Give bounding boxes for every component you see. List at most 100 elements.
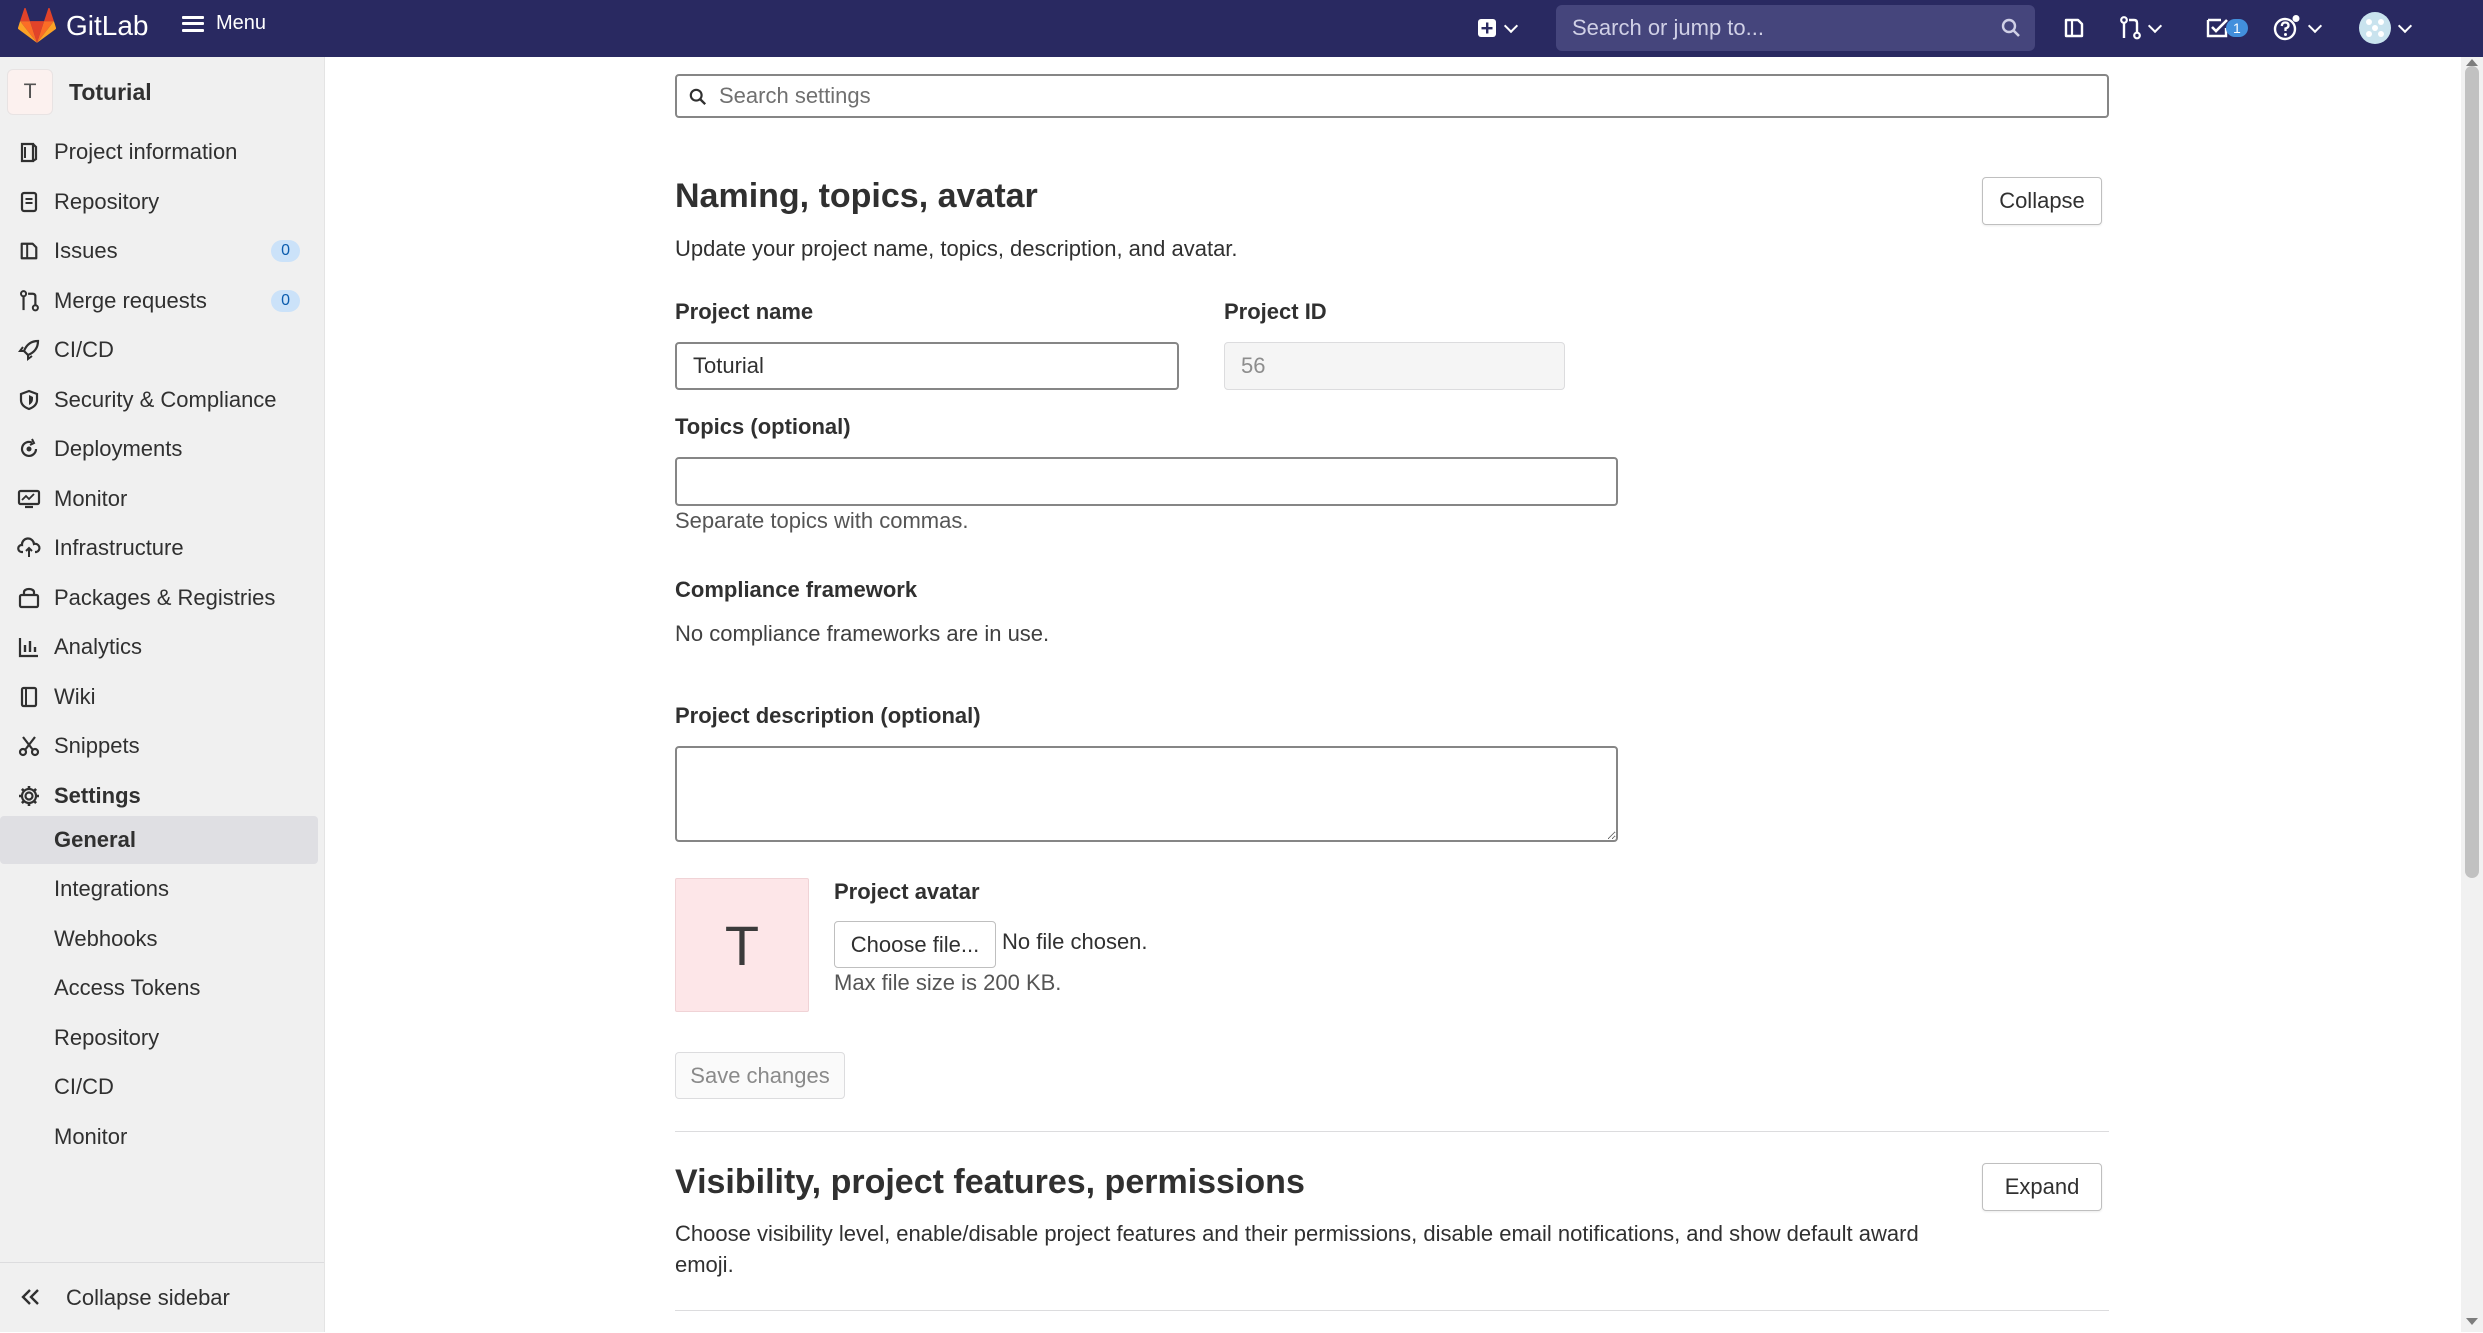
plus-square-icon <box>1478 19 1496 37</box>
sidebar-subitem-general[interactable]: General <box>0 816 318 864</box>
help-dropdown[interactable] <box>2273 13 2323 43</box>
sidebar-subitem-ci-cd[interactable]: CI/CD <box>0 1063 318 1111</box>
menu-label: Menu <box>216 12 267 34</box>
scrollbar-thumb[interactable] <box>2465 66 2479 878</box>
global-search[interactable] <box>1556 5 2035 51</box>
tanuki-logo-icon <box>18 8 56 43</box>
project-description-textarea[interactable] <box>675 746 1618 842</box>
sidebar-subitem-webhooks[interactable]: Webhooks <box>0 915 318 963</box>
project-avatar-preview: T <box>675 878 809 1012</box>
sidebar-item-merge-requests[interactable]: Merge requests 0 <box>0 279 320 323</box>
sidebar-project-header[interactable]: T Toturial <box>7 69 152 115</box>
project-name-input[interactable] <box>675 342 1179 390</box>
project-name: Toturial <box>69 78 152 105</box>
sidebar-item-settings[interactable]: Settings <box>0 774 320 818</box>
issues-icon <box>2064 18 2084 38</box>
merge-request-icon <box>2120 16 2141 40</box>
collapse-button[interactable]: Collapse <box>1982 177 2102 225</box>
sidebar-item-ci-cd[interactable]: CI/CD <box>0 328 320 372</box>
gitlab-logo[interactable]: GitLab <box>18 8 149 44</box>
sidebar-item-security-compliance[interactable]: Security & Compliance <box>0 378 320 422</box>
compliance-framework-label: Compliance framework <box>675 577 918 602</box>
doc-text-icon <box>17 190 41 214</box>
no-file-chosen-text: No file chosen. <box>1002 929 1148 954</box>
sidebar-item-issues[interactable]: Issues 0 <box>0 229 320 273</box>
section-divider <box>675 1310 2109 1311</box>
sidebar-item-deployments[interactable]: Deployments <box>0 427 320 471</box>
settings-search[interactable] <box>675 74 2109 118</box>
package-icon <box>17 586 41 610</box>
sidebar-item-wiki[interactable]: Wiki <box>0 675 320 719</box>
user-avatar-icon <box>2359 12 2391 44</box>
chevron-down-icon <box>2397 18 2413 33</box>
section-title-visibility: Visibility, project features, permission… <box>675 1163 1305 1201</box>
topics-input[interactable] <box>675 457 1618 506</box>
topics-label: Topics (optional) <box>675 414 851 439</box>
snippet-icon <box>17 734 41 758</box>
choose-file-button[interactable]: Choose file... <box>834 921 996 968</box>
todos-shortcut[interactable]: 1 <box>2206 13 2248 43</box>
compliance-framework-text: No compliance frameworks are in use. <box>675 621 1050 646</box>
project-name-label: Project name <box>675 299 814 324</box>
chart-icon <box>17 635 41 659</box>
scroll-up-arrow-icon[interactable] <box>2466 59 2478 66</box>
sidebar-item-packages-registries[interactable]: Packages & Registries <box>0 576 320 620</box>
merge-requests-dropdown[interactable] <box>2119 13 2163 43</box>
user-menu-dropdown[interactable] <box>2359 12 2413 44</box>
sidebar-item-monitor[interactable]: Monitor <box>0 477 320 521</box>
search-icon <box>689 88 707 106</box>
sidebar-subitem-monitor[interactable]: Monitor <box>0 1113 318 1161</box>
search-icon <box>2001 18 2020 37</box>
chevron-down-icon <box>2147 18 2163 33</box>
save-changes-button[interactable]: Save changes <box>675 1052 845 1099</box>
section-description-naming: Update your project name, topics, descri… <box>675 236 1238 261</box>
sidebar-subitem-access-tokens[interactable]: Access Tokens <box>0 964 318 1012</box>
monitor-icon <box>17 487 41 511</box>
sidebar-subitem-repository[interactable]: Repository <box>0 1014 318 1062</box>
collapse-sidebar-label: Collapse sidebar <box>66 1285 230 1310</box>
sidebar: T Toturial Project information Repositor… <box>0 57 325 1332</box>
menu-button[interactable]: Menu <box>182 12 266 35</box>
project-id-label: Project ID <box>1224 299 1327 324</box>
project-description-label: Project description (optional) <box>675 703 981 728</box>
sidebar-item-snippets[interactable]: Snippets <box>0 724 320 768</box>
new-item-dropdown[interactable] <box>1477 13 1519 43</box>
sidebar-subitem-integrations[interactable]: Integrations <box>0 865 318 913</box>
sidebar-item-project-information[interactable]: Project information <box>0 130 320 174</box>
section-description-visibility: Choose visibility level, enable/disable … <box>675 1221 1919 1277</box>
settings-search-input[interactable] <box>717 82 2071 110</box>
cloud-icon <box>17 536 41 560</box>
merge-requests-count-badge: 0 <box>271 290 300 312</box>
chevron-down-icon <box>2307 18 2323 33</box>
double-chevron-left-icon <box>21 1289 39 1305</box>
sidebar-item-analytics[interactable]: Analytics <box>0 625 320 669</box>
scroll-down-arrow-icon[interactable] <box>2466 1318 2478 1325</box>
section-divider <box>675 1131 2109 1132</box>
global-search-input[interactable] <box>1570 14 1974 42</box>
todo-count-badge: 1 <box>2226 19 2248 37</box>
project-avatar-label: Project avatar <box>834 879 980 904</box>
book-icon <box>17 685 41 709</box>
section-title-naming: Naming, topics, avatar <box>675 177 1038 215</box>
sidebar-item-repository[interactable]: Repository <box>0 180 320 224</box>
topics-help-text: Separate topics with commas. <box>675 508 969 533</box>
issues-shortcut[interactable] <box>2063 13 2085 43</box>
top-navbar: GitLab Menu Search or jump to... 1 <box>0 0 2483 57</box>
issues-count-badge: 0 <box>271 240 300 262</box>
gear-icon <box>17 784 41 808</box>
project-icon <box>17 140 41 164</box>
collapse-sidebar-button[interactable]: Collapse sidebar <box>0 1262 324 1333</box>
max-file-size-text: Max file size is 200 KB. <box>834 970 1062 995</box>
merge-request-icon <box>17 289 41 313</box>
rocket-icon <box>17 338 41 362</box>
project-id-field <box>1224 342 1565 390</box>
hamburger-icon <box>182 15 204 32</box>
expand-button[interactable]: Expand <box>1982 1163 2102 1211</box>
shield-icon <box>17 388 41 412</box>
issues-icon <box>17 239 41 263</box>
sidebar-item-infrastructure[interactable]: Infrastructure <box>0 526 320 570</box>
chevron-down-icon <box>1503 18 1519 33</box>
project-avatar: T <box>7 69 53 115</box>
brand-name: GitLab <box>66 10 149 41</box>
help-icon <box>2273 15 2300 41</box>
